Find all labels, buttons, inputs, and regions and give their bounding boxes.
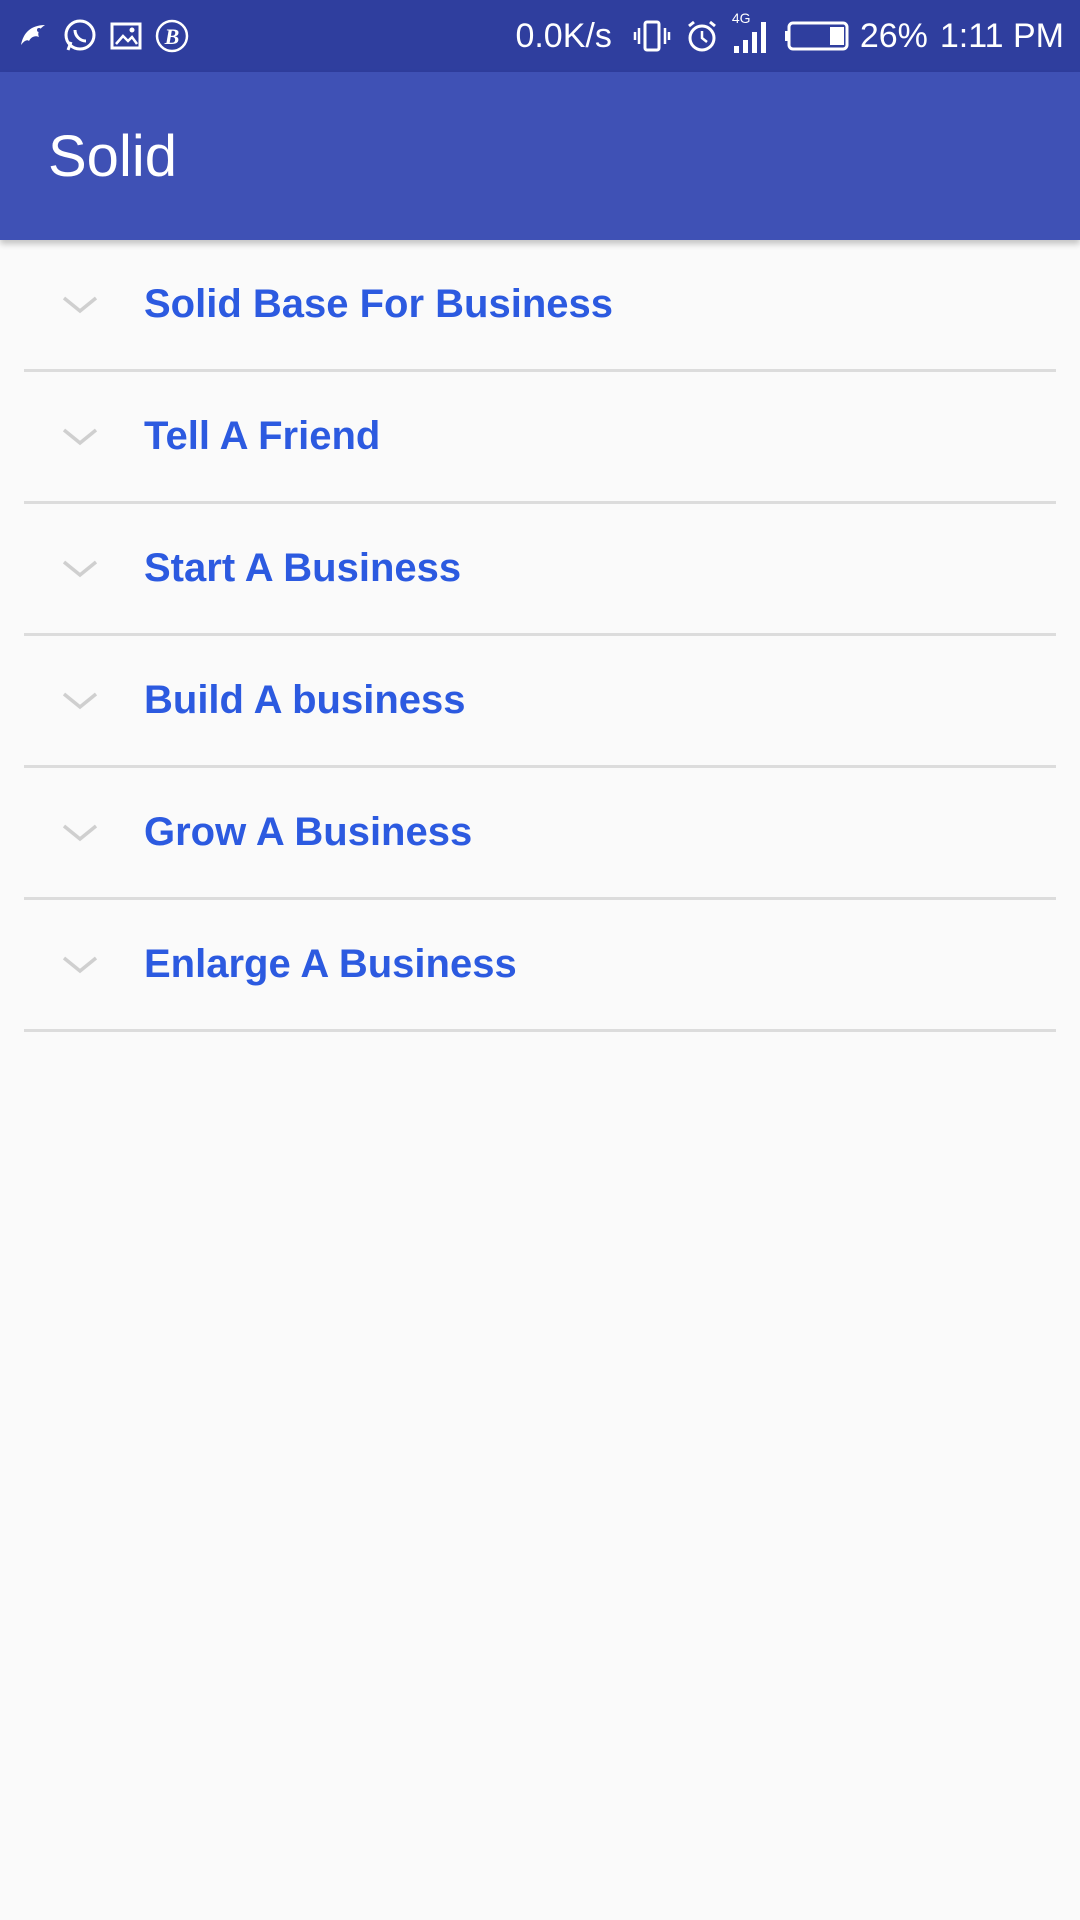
chevron-down-icon (60, 689, 100, 713)
app-bar: Solid (0, 72, 1080, 240)
b-circle-icon: B (154, 18, 190, 54)
status-system-icons: 0.0K/s 4G 26% 1:11 PM (515, 10, 1064, 56)
list-item-label: Start A Business (144, 546, 462, 590)
svg-text:B: B (164, 24, 180, 49)
page-title: Solid (48, 123, 177, 189)
signal-4g-icon: 4G (732, 10, 772, 56)
chevron-down-icon (60, 821, 100, 845)
list-item-tell-a-friend[interactable]: Tell A Friend (24, 372, 1056, 504)
gallery-icon (108, 18, 144, 54)
chevron-down-icon (60, 557, 100, 581)
list-item-label: Tell A Friend (144, 414, 381, 458)
chevron-down-icon (60, 953, 100, 977)
bird-app-icon (16, 18, 52, 54)
list-item-label: Enlarge A Business (144, 942, 517, 986)
vibrate-icon (632, 18, 672, 54)
list-item-grow-a-business[interactable]: Grow A Business (24, 768, 1056, 900)
list-item-label: Solid Base For Business (144, 282, 614, 326)
expandable-list: Solid Base For Business Tell A Friend St… (24, 240, 1056, 1032)
status-bar: B 0.0K/s 4G 26% 1:11 PM (0, 0, 1080, 72)
status-notification-icons: B (16, 18, 200, 54)
clock-time: 1:11 PM (939, 16, 1064, 55)
battery-percent-text: 26% (859, 16, 928, 55)
network-type-label: 4G (731, 10, 751, 26)
net-speed-text: 0.0K/s (515, 16, 612, 55)
chevron-down-icon (60, 425, 100, 449)
list-item-label: Grow A Business (144, 810, 473, 854)
battery-icon (784, 20, 854, 52)
list-item-label: Build A business (144, 678, 466, 722)
chevron-down-icon (60, 293, 100, 317)
whatsapp-icon (62, 18, 98, 54)
alarm-icon (684, 18, 720, 54)
list-item-solid-base-for-business[interactable]: Solid Base For Business (24, 240, 1056, 372)
list-item-enlarge-a-business[interactable]: Enlarge A Business (24, 900, 1056, 1032)
list-item-start-a-business[interactable]: Start A Business (24, 504, 1056, 636)
list-item-build-a-business[interactable]: Build A business (24, 636, 1056, 768)
